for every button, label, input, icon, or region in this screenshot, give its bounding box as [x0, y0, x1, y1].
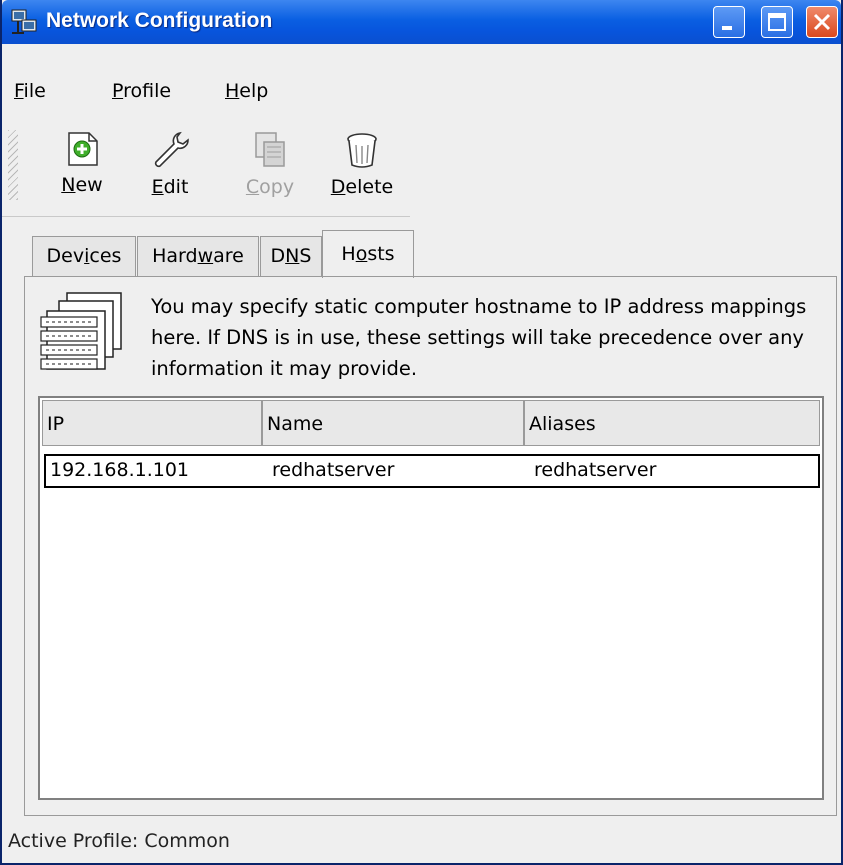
- minimize-icon: [722, 26, 732, 30]
- table-row[interactable]: 192.168.1.101 redhatserver redhatserver: [44, 454, 820, 488]
- cell-aliases: redhatserver: [534, 459, 657, 481]
- menu-profile[interactable]: Profile: [112, 80, 171, 102]
- new-button[interactable]: New: [42, 130, 122, 196]
- delete-button[interactable]: Delete: [322, 130, 402, 198]
- hosts-description: You may specify static computer hostname…: [151, 295, 807, 380]
- menu-help[interactable]: Help: [225, 80, 268, 102]
- hosts-list-icon: [40, 292, 122, 370]
- toolbar-grip-handle[interactable]: [8, 130, 18, 200]
- menu-file[interactable]: File: [14, 80, 46, 102]
- cell-ip: 192.168.1.101: [50, 459, 190, 481]
- maximize-icon: [768, 13, 786, 31]
- trash-icon: [347, 133, 377, 168]
- column-header-name[interactable]: Name: [262, 400, 524, 446]
- active-profile-status: Active Profile: Common: [8, 830, 230, 852]
- tab-hosts[interactable]: Hosts: [322, 230, 414, 278]
- close-icon: [813, 13, 831, 31]
- wrench-icon: [154, 131, 189, 168]
- hosts-table[interactable]: IP Name Aliases 192.168.1.101 redhatserv…: [38, 396, 824, 800]
- new-icon: [68, 132, 98, 166]
- maximize-button[interactable]: [761, 6, 793, 38]
- column-header-ip[interactable]: IP: [42, 400, 262, 446]
- copy-button[interactable]: Copy: [230, 130, 310, 198]
- tab-hardware[interactable]: Hardware: [137, 236, 259, 276]
- tab-devices[interactable]: Devices: [32, 236, 136, 276]
- network-config-app-icon: [11, 9, 37, 34]
- close-button[interactable]: [806, 6, 838, 38]
- minimize-button[interactable]: [713, 6, 745, 38]
- copy-icon: [255, 132, 285, 167]
- cell-name: redhatserver: [272, 459, 395, 481]
- column-header-aliases[interactable]: Aliases: [524, 400, 820, 446]
- menu-bar: File Profile Help: [2, 44, 841, 114]
- edit-button[interactable]: Edit: [130, 130, 210, 198]
- status-bar: Active Profile: Common: [2, 820, 841, 863]
- window-title: Network Configuration: [46, 9, 273, 32]
- title-bar[interactable]: Network Configuration: [2, 0, 841, 44]
- tab-dns[interactable]: DNS: [260, 236, 322, 276]
- network-configuration-window: Network Configuration File Profile Help …: [0, 0, 843, 865]
- toolbar: New Edit Copy Delete: [2, 118, 410, 217]
